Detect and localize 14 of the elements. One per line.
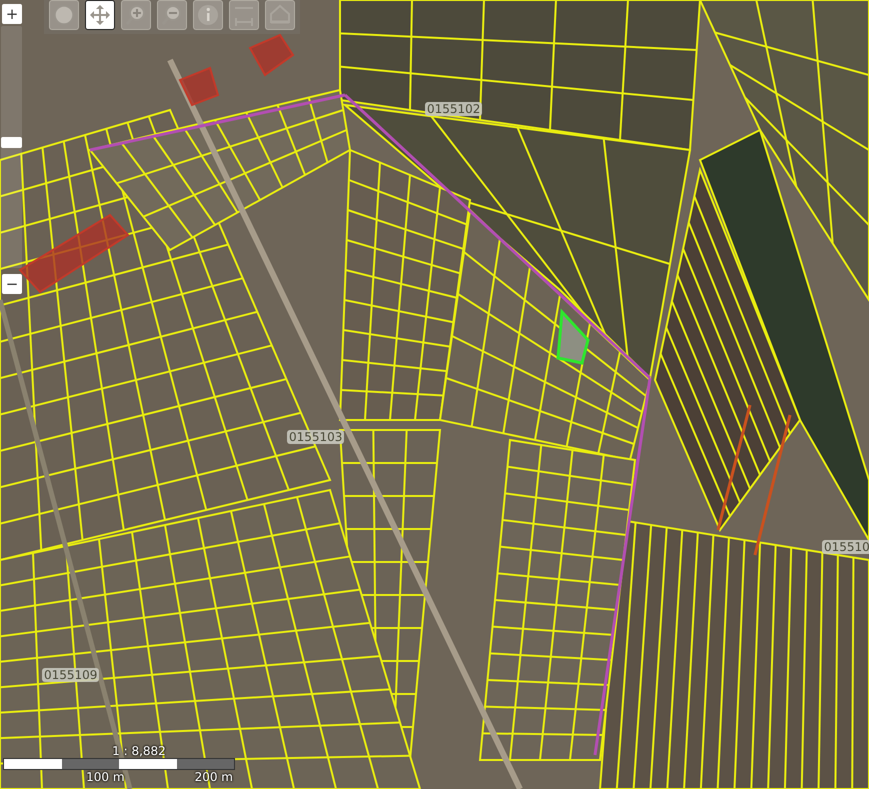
parcel-number-label: 015510 xyxy=(822,540,869,554)
selected-parcel xyxy=(556,308,590,365)
zoom-slider-handle[interactable] xyxy=(1,136,22,148)
info-icon xyxy=(196,3,220,27)
tool-button[interactable] xyxy=(85,0,115,30)
pan-arrows-icon xyxy=(88,3,112,27)
parcel-number-label: 0155102 xyxy=(425,102,482,116)
parcel-number-label: 0155103 xyxy=(287,430,344,444)
highlighted-parcel xyxy=(178,66,220,106)
zoom-slider-track[interactable] xyxy=(1,26,22,268)
parcel-number-label: 0155109 xyxy=(42,668,100,682)
scale-distance-label: 100 m xyxy=(86,770,125,784)
zoom-out-button[interactable]: − xyxy=(2,274,22,294)
zoom-in-button[interactable]: + xyxy=(2,4,22,24)
